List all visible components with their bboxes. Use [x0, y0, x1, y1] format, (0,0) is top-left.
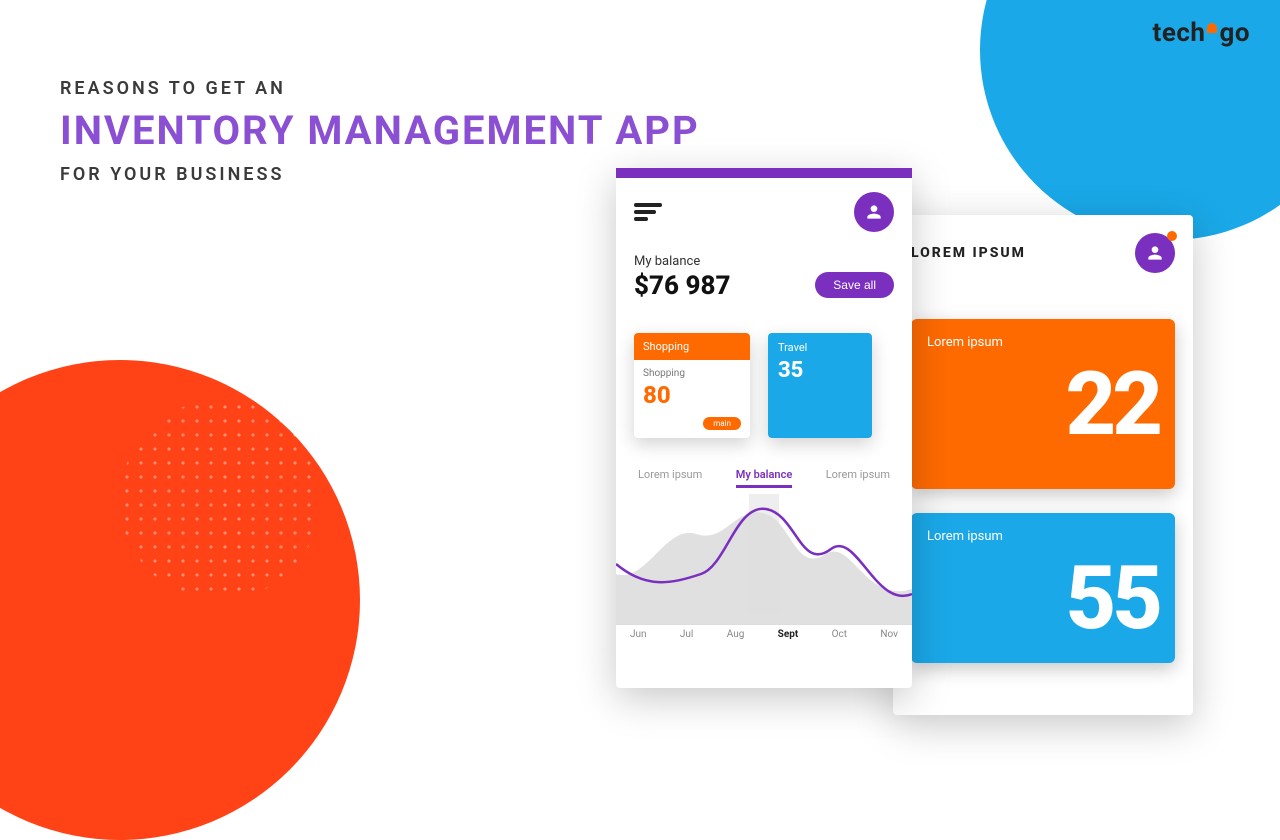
month-label[interactable]: Jun [630, 629, 647, 640]
save-all-button[interactable]: Save all [815, 272, 894, 298]
balance-amount: $76 987 [634, 271, 730, 301]
shopping-card[interactable]: Shopping Shopping 80 main [634, 333, 750, 438]
month-label[interactable]: Oct [832, 629, 847, 640]
headline-line3: FOR YOUR BUSINESS [60, 164, 700, 185]
shopping-card-header: Shopping [634, 333, 750, 360]
tab-row: Lorem ipsum My balance Lorem ipsum [616, 468, 912, 488]
person-icon [1145, 243, 1165, 263]
month-label[interactable]: Jul [680, 629, 693, 640]
hamburger-menu-icon[interactable] [634, 203, 662, 221]
back-card-1[interactable]: Lorem ipsum 22 [911, 319, 1175, 489]
phone-mock-back: LOREM IPSUM Lorem ipsum 22 Lorem ipsum 5… [893, 215, 1193, 715]
month-label-selected[interactable]: Sept [778, 629, 799, 640]
headline-block: REASONS TO GET AN INVENTORY MANAGEMENT A… [60, 78, 700, 185]
balance-chart [616, 494, 912, 624]
travel-card[interactable]: Travel 35 [768, 333, 872, 438]
back-title: LOREM IPSUM [911, 245, 1026, 261]
travel-card-value: 35 [778, 358, 862, 383]
month-label[interactable]: Nov [880, 629, 898, 640]
back-card2-label: Lorem ipsum [927, 529, 1159, 544]
brand-dot-icon [1207, 23, 1217, 33]
chart-series-grey [616, 512, 912, 624]
notification-badge-icon [1167, 231, 1177, 241]
tab-right[interactable]: Lorem ipsum [826, 468, 890, 488]
back-avatar-wrap[interactable] [1135, 233, 1175, 273]
chart-svg [616, 494, 912, 624]
headline-line2: INVENTORY MANAGEMENT APP [60, 107, 700, 154]
headline-line1: REASONS TO GET AN [60, 78, 700, 99]
shopping-chip[interactable]: main [703, 417, 741, 430]
balance-label: My balance [634, 254, 894, 269]
tab-left[interactable]: Lorem ipsum [638, 468, 702, 488]
brand-logo: techgo [1153, 18, 1250, 48]
shopping-card-sub: Shopping [643, 368, 741, 379]
front-topbar [616, 168, 912, 178]
travel-card-header: Travel [778, 341, 862, 354]
user-avatar-icon[interactable] [854, 192, 894, 232]
back-card1-label: Lorem ipsum [927, 335, 1159, 350]
person-icon [864, 202, 884, 222]
months-axis: Jun Jul Aug Sept Oct Nov [616, 624, 912, 640]
tab-center[interactable]: My balance [736, 468, 792, 488]
decor-red-circle [0, 360, 360, 840]
back-card-2[interactable]: Lorem ipsum 55 [911, 513, 1175, 663]
phone-mock-front: My balance $76 987 Save all Shopping Sho… [616, 168, 912, 688]
shopping-card-value: 80 [643, 381, 741, 409]
back-card2-value: 55 [927, 562, 1159, 637]
back-card1-value: 22 [927, 368, 1159, 443]
month-label[interactable]: Aug [727, 629, 745, 640]
